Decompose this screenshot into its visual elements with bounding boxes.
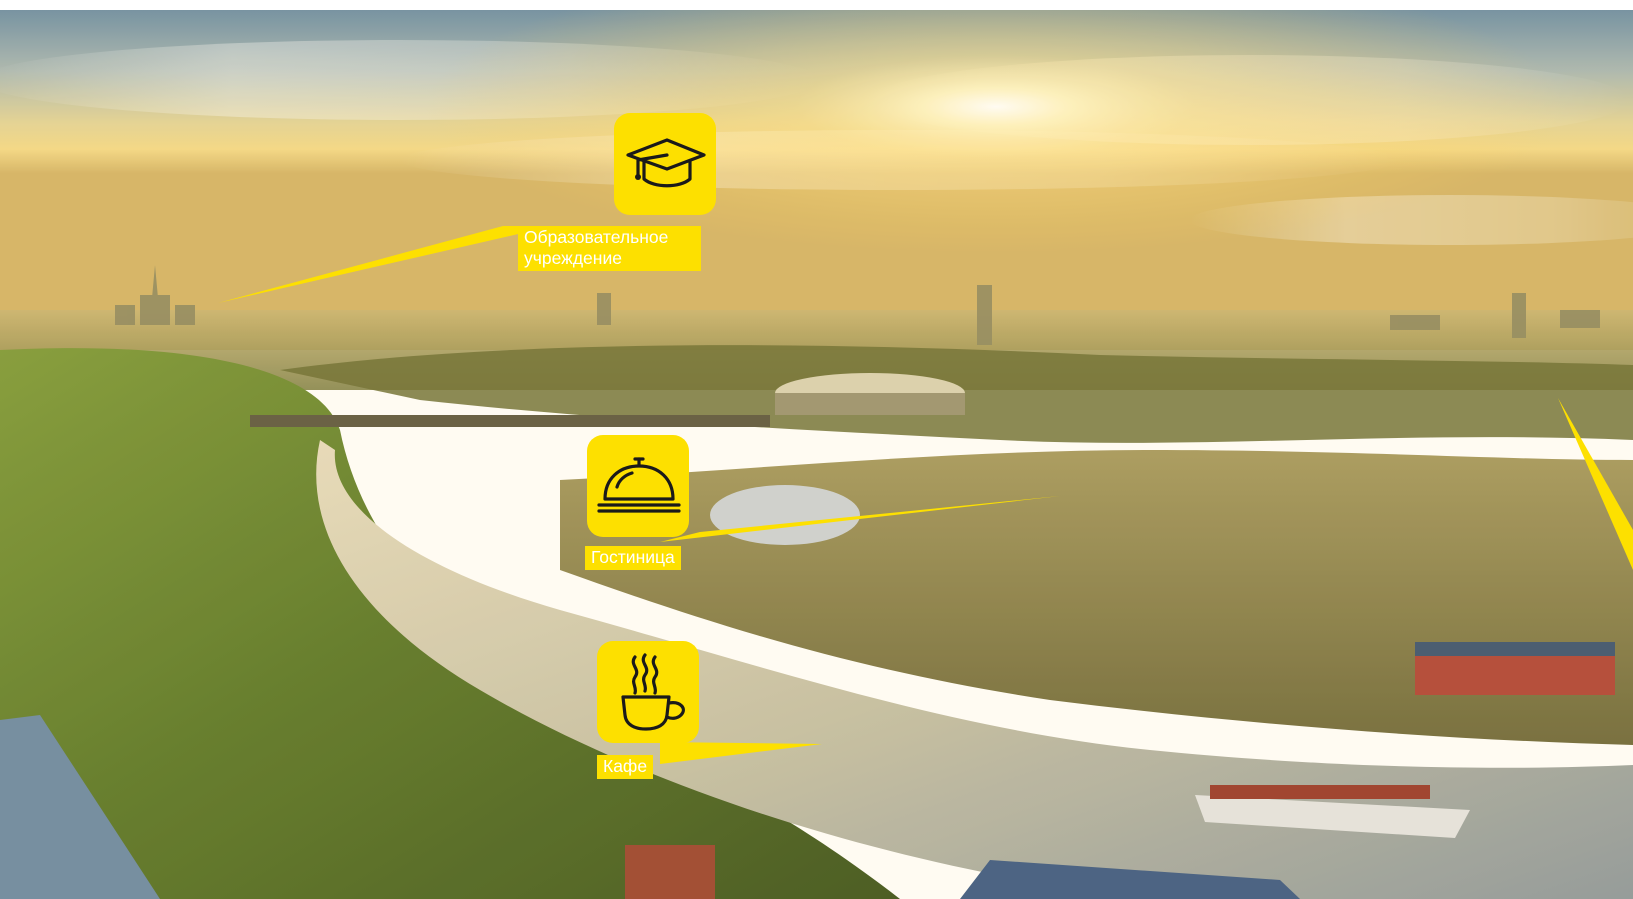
cafe-label: Кафе (597, 755, 654, 779)
panorama-stage: Образовательное учреждение Гостиница Каф… (0, 10, 1633, 899)
education-label: Образовательное учреждение (518, 226, 701, 271)
education-icon-tile[interactable] (614, 113, 716, 215)
steaming-cup-icon (621, 653, 685, 731)
graduation-cap-icon (626, 138, 706, 188)
reception-bell-icon (597, 457, 681, 513)
hotel-label: Гостиница (585, 546, 681, 570)
hotel-icon-tile[interactable] (587, 435, 689, 537)
city-panorama-photo (0, 10, 1633, 899)
cafe-icon-tile[interactable] (597, 641, 699, 743)
